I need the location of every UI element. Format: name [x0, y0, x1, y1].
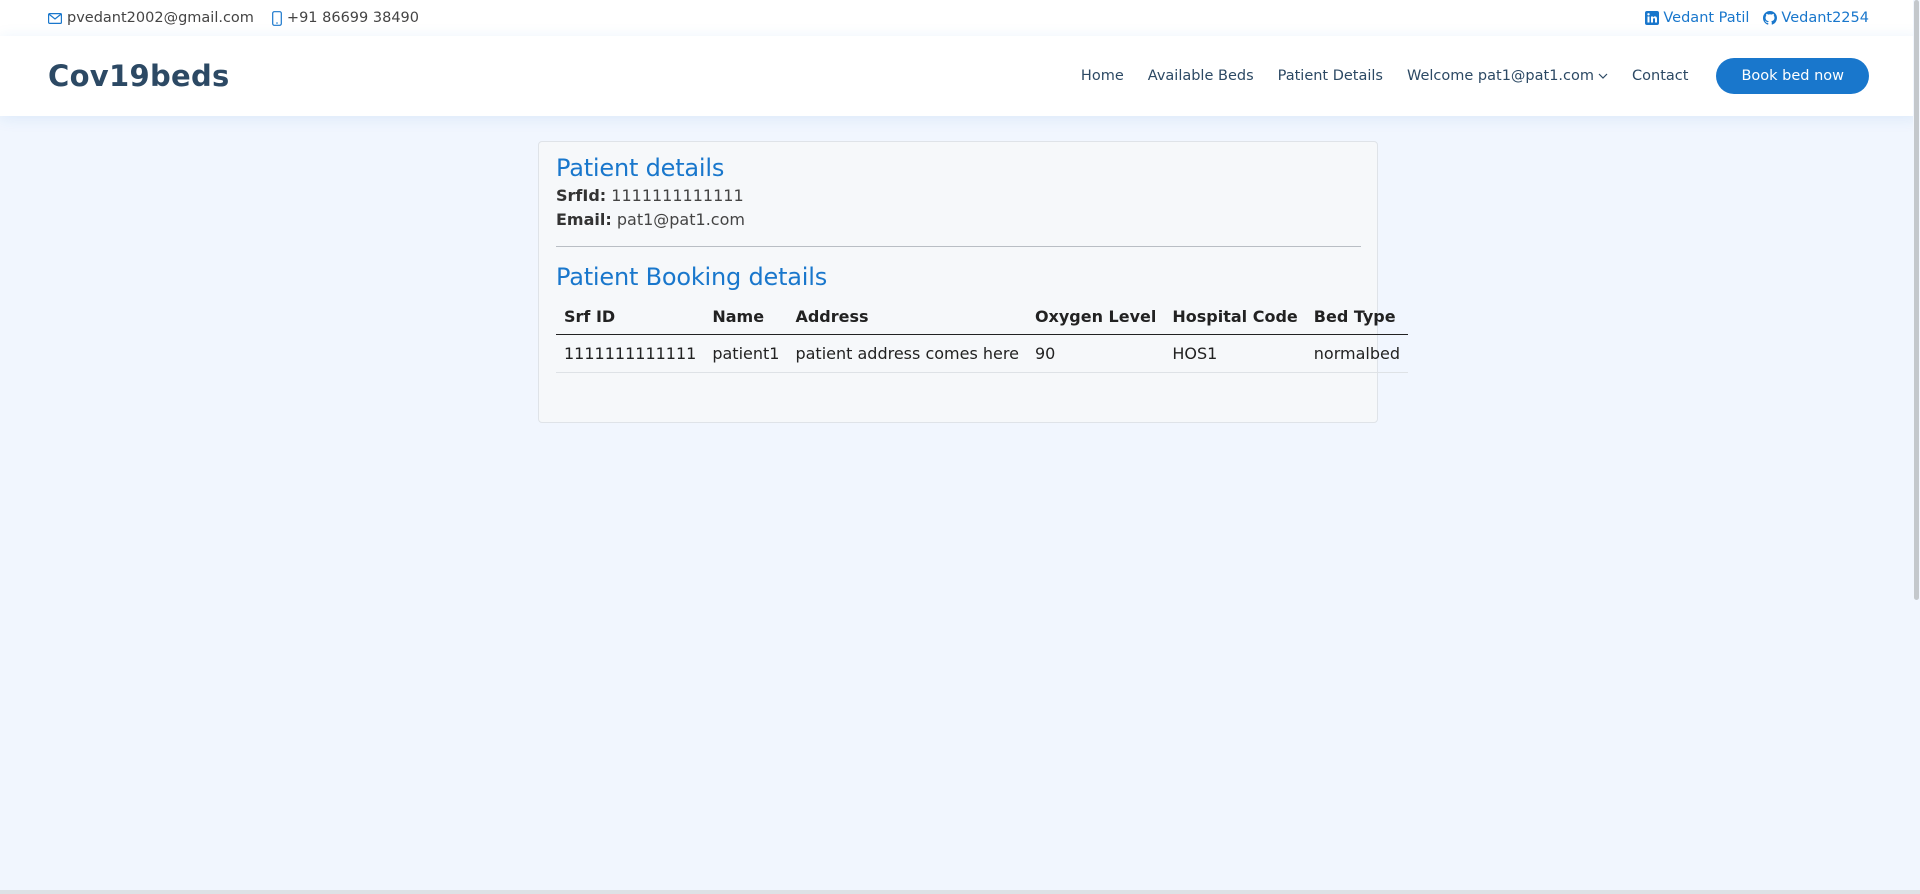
topbar: pvedant2002@gmail.com +91 86699 38490 Ve… — [0, 0, 1920, 36]
patient-details-title: Patient details — [556, 154, 725, 182]
cell-hospital-code: HOS1 — [1164, 334, 1306, 373]
main-nav: Home Available Beds Patient Details Welc… — [1081, 58, 1869, 94]
contact-info: pvedant2002@gmail.com +91 86699 38490 — [48, 10, 419, 26]
nav-patient-details[interactable]: Patient Details — [1278, 68, 1383, 84]
envelope-icon — [48, 12, 62, 24]
email-contact[interactable]: pvedant2002@gmail.com — [48, 10, 254, 26]
cell-srf-id: 1111111111111 — [556, 334, 705, 373]
table-header-row: Srf ID Name Address Oxygen Level Hospita… — [556, 299, 1408, 335]
column-header-hospital-code: Hospital Code — [1164, 299, 1306, 335]
scrollbar[interactable] — [1913, 0, 1920, 894]
nav-available-beds[interactable]: Available Beds — [1148, 68, 1254, 84]
column-header-bed-type: Bed Type — [1305, 299, 1408, 335]
srfid-line: SrfId: 1111111111111 — [556, 184, 1361, 208]
phone-icon — [272, 10, 282, 26]
github-text: Vedant2254 — [1781, 10, 1869, 26]
phone-contact[interactable]: +91 86699 38490 — [272, 10, 419, 26]
email-value: pat1@pat1.com — [616, 210, 745, 229]
header: Cov19beds Home Available Beds Patient De… — [0, 36, 1920, 116]
logo[interactable]: Cov19beds — [48, 59, 230, 93]
column-header-name: Name — [704, 299, 788, 335]
phone-text: +91 86699 38490 — [286, 10, 419, 26]
srfid-label: SrfId: — [556, 186, 607, 205]
nav-home[interactable]: Home — [1081, 68, 1124, 84]
cell-name: patient1 — [704, 334, 788, 373]
column-header-srf-id: Srf ID — [556, 299, 705, 335]
cell-address: patient address comes here — [787, 334, 1027, 373]
nav-welcome-dropdown[interactable]: Welcome pat1@pat1.com — [1407, 68, 1608, 84]
email-line: Email: pat1@pat1.com — [556, 208, 1361, 232]
booking-details-title: Patient Booking details — [556, 263, 828, 291]
srfid-value: 1111111111111 — [611, 186, 744, 205]
social-links: Vedant Patil Vedant2254 — [1645, 10, 1869, 26]
welcome-label: Welcome pat1@pat1.com — [1407, 68, 1595, 84]
divider — [556, 246, 1361, 247]
cell-bed-type: normalbed — [1305, 334, 1408, 373]
scrollbar-thumb[interactable] — [1914, 0, 1919, 600]
chevron-down-icon — [1598, 73, 1608, 80]
email-text: pvedant2002@gmail.com — [67, 10, 254, 26]
table-row: 1111111111111 patient1 patient address c… — [556, 334, 1408, 373]
linkedin-text: Vedant Patil — [1663, 10, 1750, 26]
cell-oxygen-level: 90 — [1026, 334, 1165, 373]
bottom-edge — [0, 890, 1920, 894]
email-label: Email: — [556, 210, 612, 229]
booking-table: Srf ID Name Address Oxygen Level Hospita… — [556, 299, 1408, 373]
column-header-oxygen-level: Oxygen Level — [1026, 299, 1165, 335]
linkedin-link[interactable]: Vedant Patil — [1645, 10, 1749, 26]
github-link[interactable]: Vedant2254 — [1763, 10, 1869, 26]
linkedin-icon — [1645, 11, 1660, 25]
github-icon — [1763, 11, 1778, 25]
patient-card: Patient details SrfId: 1111111111111 Ema… — [538, 141, 1408, 423]
book-bed-button[interactable]: Book bed now — [1716, 58, 1869, 94]
column-header-address: Address — [787, 299, 1027, 335]
nav-contact[interactable]: Contact — [1632, 68, 1688, 84]
